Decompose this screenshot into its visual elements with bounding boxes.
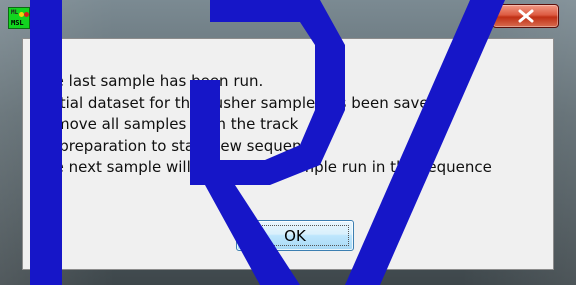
message-line: Remove all samples from the track — [36, 115, 299, 133]
dialog-message: The last sample has been run. Partial da… — [36, 71, 548, 179]
window-chrome: ML MSL The last sample has been run. Par… — [0, 0, 576, 285]
message-line: in preparation to start new sequence. — [36, 136, 324, 155]
close-x-icon — [518, 9, 533, 23]
ok-button[interactable]: OK — [236, 220, 354, 251]
close-button[interactable] — [492, 4, 559, 28]
message-line: Partial dataset for the pusher sample ha… — [36, 93, 443, 112]
app-icon[interactable]: ML MSL — [8, 7, 30, 29]
app-icon-dot-red — [24, 12, 29, 17]
app-icon-top-text: ML — [11, 9, 19, 16]
message-line: The last sample has been run. — [36, 72, 264, 90]
app-icon-bottom-text: MSL — [11, 19, 24, 27]
message-line: The next sample will be the first sample… — [36, 158, 492, 176]
ok-button-label: OK — [284, 226, 306, 245]
title-bar[interactable]: ML MSL — [0, 0, 576, 38]
